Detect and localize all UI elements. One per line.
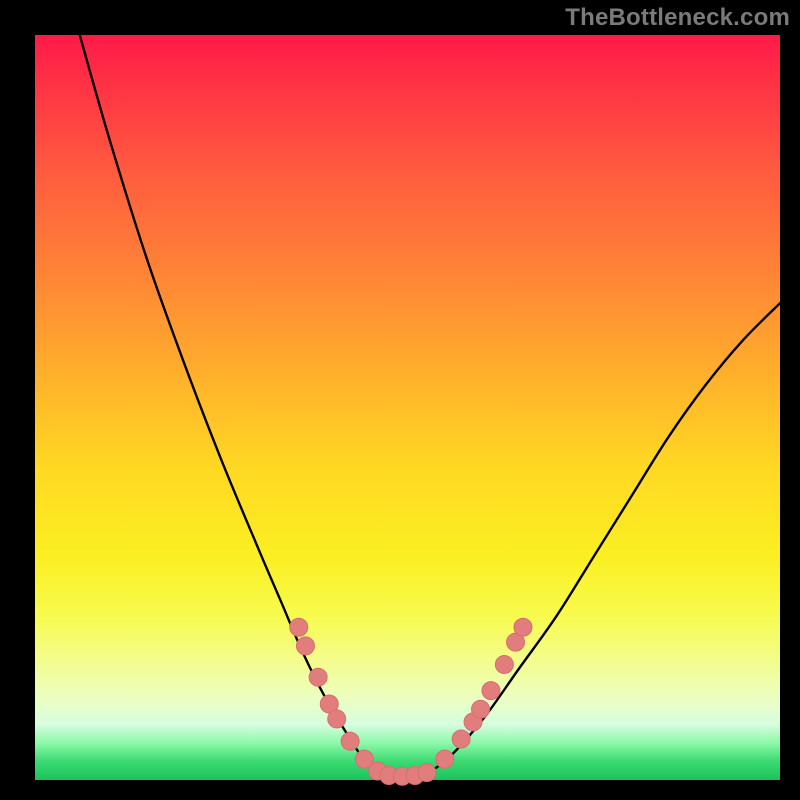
data-marker xyxy=(452,730,470,748)
chart-frame: TheBottleneck.com xyxy=(0,0,800,800)
data-marker xyxy=(341,732,359,750)
watermark-text: TheBottleneck.com xyxy=(565,4,790,32)
data-marker xyxy=(436,750,454,768)
data-marker xyxy=(328,710,346,728)
data-marker xyxy=(290,618,308,636)
data-marker xyxy=(495,656,513,674)
data-marker xyxy=(514,618,532,636)
data-marker xyxy=(482,682,500,700)
bottleneck-curve xyxy=(80,35,780,776)
chart-svg xyxy=(35,35,780,780)
data-marker xyxy=(418,764,436,782)
data-marker xyxy=(309,668,327,686)
data-marker xyxy=(472,700,490,718)
data-marker xyxy=(296,637,314,655)
